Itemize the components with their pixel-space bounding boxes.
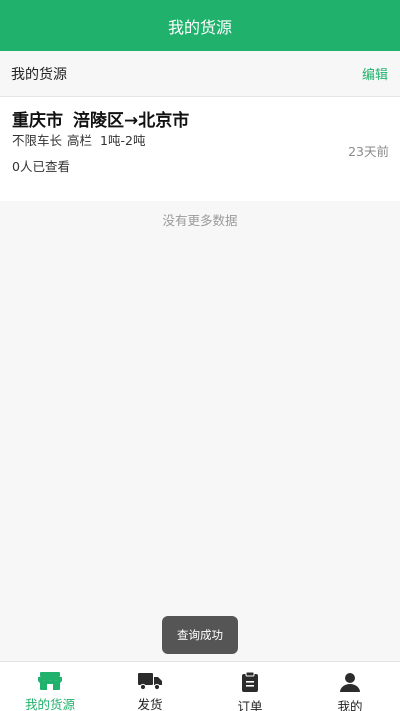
- view-count: 0人已查看: [12, 159, 70, 174]
- toast-message: 查询成功: [162, 616, 238, 654]
- storefront-icon: [37, 671, 63, 691]
- clipboard-icon: [237, 671, 263, 693]
- tab-label: 我的: [337, 699, 363, 711]
- bottom-tab-bar: 我的货源 发货 订单 我的: [0, 661, 400, 711]
- origin-district: 涪陵区: [73, 111, 124, 131]
- route-arrow: →: [124, 111, 139, 131]
- person-icon: [337, 671, 363, 693]
- truck-icon: [137, 671, 163, 691]
- route: 重庆市 涪陵区→北京市: [12, 106, 189, 131]
- tab-ship[interactable]: 发货: [100, 662, 200, 711]
- app-header: 我的货源: [0, 0, 400, 51]
- section-title: 我的货源: [11, 66, 67, 83]
- vehicle-length: 不限车长: [12, 133, 63, 148]
- tab-my-cargo[interactable]: 我的货源: [0, 662, 100, 711]
- cargo-listing-card[interactable]: 重庆市 涪陵区→北京市 不限车长 高栏 1吨-2吨 0人已查看 23天前: [0, 97, 400, 201]
- tab-label: 发货: [137, 697, 163, 711]
- destination-city: 北京市: [138, 111, 190, 131]
- origin-city: 重庆市: [12, 111, 63, 131]
- cargo-specs: 不限车长 高栏 1吨-2吨: [12, 130, 150, 149]
- posted-time: 23天前: [348, 144, 389, 159]
- edit-button[interactable]: 编辑: [362, 64, 388, 83]
- tab-mine[interactable]: 我的: [300, 662, 400, 711]
- section-bar: 我的货源 编辑: [0, 51, 400, 97]
- tab-label: 订单: [237, 699, 263, 711]
- tab-orders[interactable]: 订单: [200, 662, 300, 711]
- cargo-weight: 1吨-2吨: [100, 133, 146, 148]
- page-title: 我的货源: [167, 17, 232, 37]
- tab-label: 我的货源: [24, 697, 75, 711]
- vehicle-type: 高栏: [67, 133, 93, 148]
- no-more-data-text: 没有更多数据: [162, 213, 238, 228]
